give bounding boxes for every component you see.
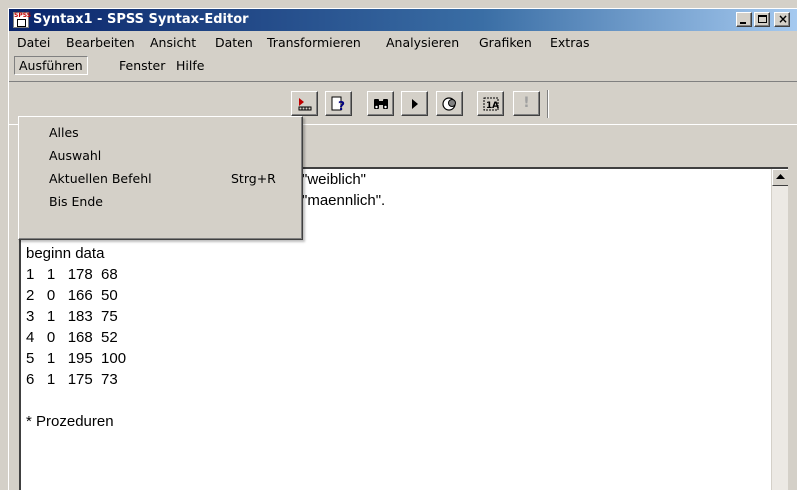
ausfuehren-dropdown-menu: Alles Auswahl Aktuellen Befehl Strg+R Bi… <box>18 116 303 240</box>
menu-bar: Datei Bearbeiten Ansicht Daten Transform… <box>9 31 797 79</box>
minimize-button[interactable] <box>736 12 752 27</box>
alert-exclamation-icon: ! <box>523 95 530 111</box>
menu-item-auswahl-label: Auswahl <box>49 148 102 163</box>
code-line-data-1: 1 1 178 68 <box>26 266 118 283</box>
title-bar[interactable]: SPSS Syntax1 - SPSS Syntax-Editor × <box>9 9 797 31</box>
code-line-data-6: 6 1 175 73 <box>26 371 118 388</box>
spss-app-icon[interactable]: SPSS <box>13 12 32 28</box>
maximize-icon <box>758 15 767 23</box>
syntax-editor-window: SPSS Syntax1 - SPSS Syntax-Editor × Date… <box>8 8 797 490</box>
menu-analysieren[interactable]: Analysieren <box>382 33 463 52</box>
scroll-up-button[interactable] <box>772 169 788 186</box>
menu-daten[interactable]: Daten <box>211 33 257 52</box>
menu-item-aktuellen-befehl-label: Aktuellen Befehl <box>49 171 152 186</box>
window-title: Syntax1 - SPSS Syntax-Editor <box>33 12 249 27</box>
menu-grafiken[interactable]: Grafiken <box>475 33 536 52</box>
value-labels-icon: 1 A <box>483 97 499 111</box>
select-cases-icon <box>441 97 456 111</box>
run-button[interactable] <box>401 91 428 116</box>
run-triangle-icon <box>411 99 418 109</box>
menu-item-alles[interactable]: Alles <box>49 123 79 143</box>
shortcut-label: Strg+R <box>231 171 276 186</box>
syntax-help-button[interactable]: ? <box>325 91 352 116</box>
app-icon-label: SPSS <box>14 12 32 19</box>
menu-item-alles-label: Alles <box>49 125 79 140</box>
code-line-data-2: 2 0 166 50 <box>26 287 118 304</box>
svg-text:?: ? <box>338 99 345 113</box>
maximize-button[interactable] <box>754 12 770 27</box>
code-line-partial-2: "maennlich". <box>302 192 386 209</box>
code-line-data-5: 5 1 195 100 <box>26 350 127 367</box>
close-button[interactable]: × <box>774 12 790 27</box>
select-cases-button[interactable] <box>436 91 463 116</box>
code-line-begin-data: beginn data <box>26 245 105 262</box>
syntax-help-icon: ? <box>331 96 345 113</box>
goto-case-icon <box>298 98 311 111</box>
menu-item-auswahl[interactable]: Auswahl <box>49 146 101 166</box>
find-binoculars-icon <box>373 99 388 109</box>
value-labels-button[interactable]: 1 A <box>477 91 504 116</box>
menu-fenster[interactable]: Fenster <box>115 56 169 75</box>
document-icon <box>17 19 26 27</box>
code-line-data-3: 3 1 183 75 <box>26 308 118 325</box>
menu-hilfe[interactable]: Hilfe <box>172 56 208 75</box>
code-line-comment: * Prozeduren <box>26 413 114 430</box>
vertical-scrollbar[interactable] <box>771 169 788 490</box>
menu-item-bis-ende[interactable]: Bis Ende <box>49 192 103 212</box>
scroll-up-arrow-icon <box>776 174 785 179</box>
menu-item-aktuellen-befehl[interactable]: Aktuellen Befehl Strg+R <box>49 169 299 189</box>
menu-ansicht[interactable]: Ansicht <box>146 33 200 52</box>
toolbar-separator <box>547 90 549 118</box>
menu-ausfuehren[interactable]: Ausführen <box>14 56 88 75</box>
menu-item-bis-ende-label: Bis Ende <box>49 194 103 209</box>
code-line-data-4: 4 0 168 52 <box>26 329 118 346</box>
menu-transformieren[interactable]: Transformieren <box>263 33 365 52</box>
close-icon: × <box>778 12 789 26</box>
minimize-icon <box>740 22 746 24</box>
goto-case-button[interactable] <box>291 91 318 116</box>
menu-extras[interactable]: Extras <box>546 33 594 52</box>
find-button[interactable] <box>367 91 394 116</box>
menu-bearbeiten[interactable]: Bearbeiten <box>62 33 139 52</box>
alert-button[interactable]: ! <box>513 91 540 116</box>
svg-text:A: A <box>492 101 499 111</box>
code-line-partial-1: "weiblich" <box>302 171 367 188</box>
menu-datei[interactable]: Datei <box>13 33 54 52</box>
